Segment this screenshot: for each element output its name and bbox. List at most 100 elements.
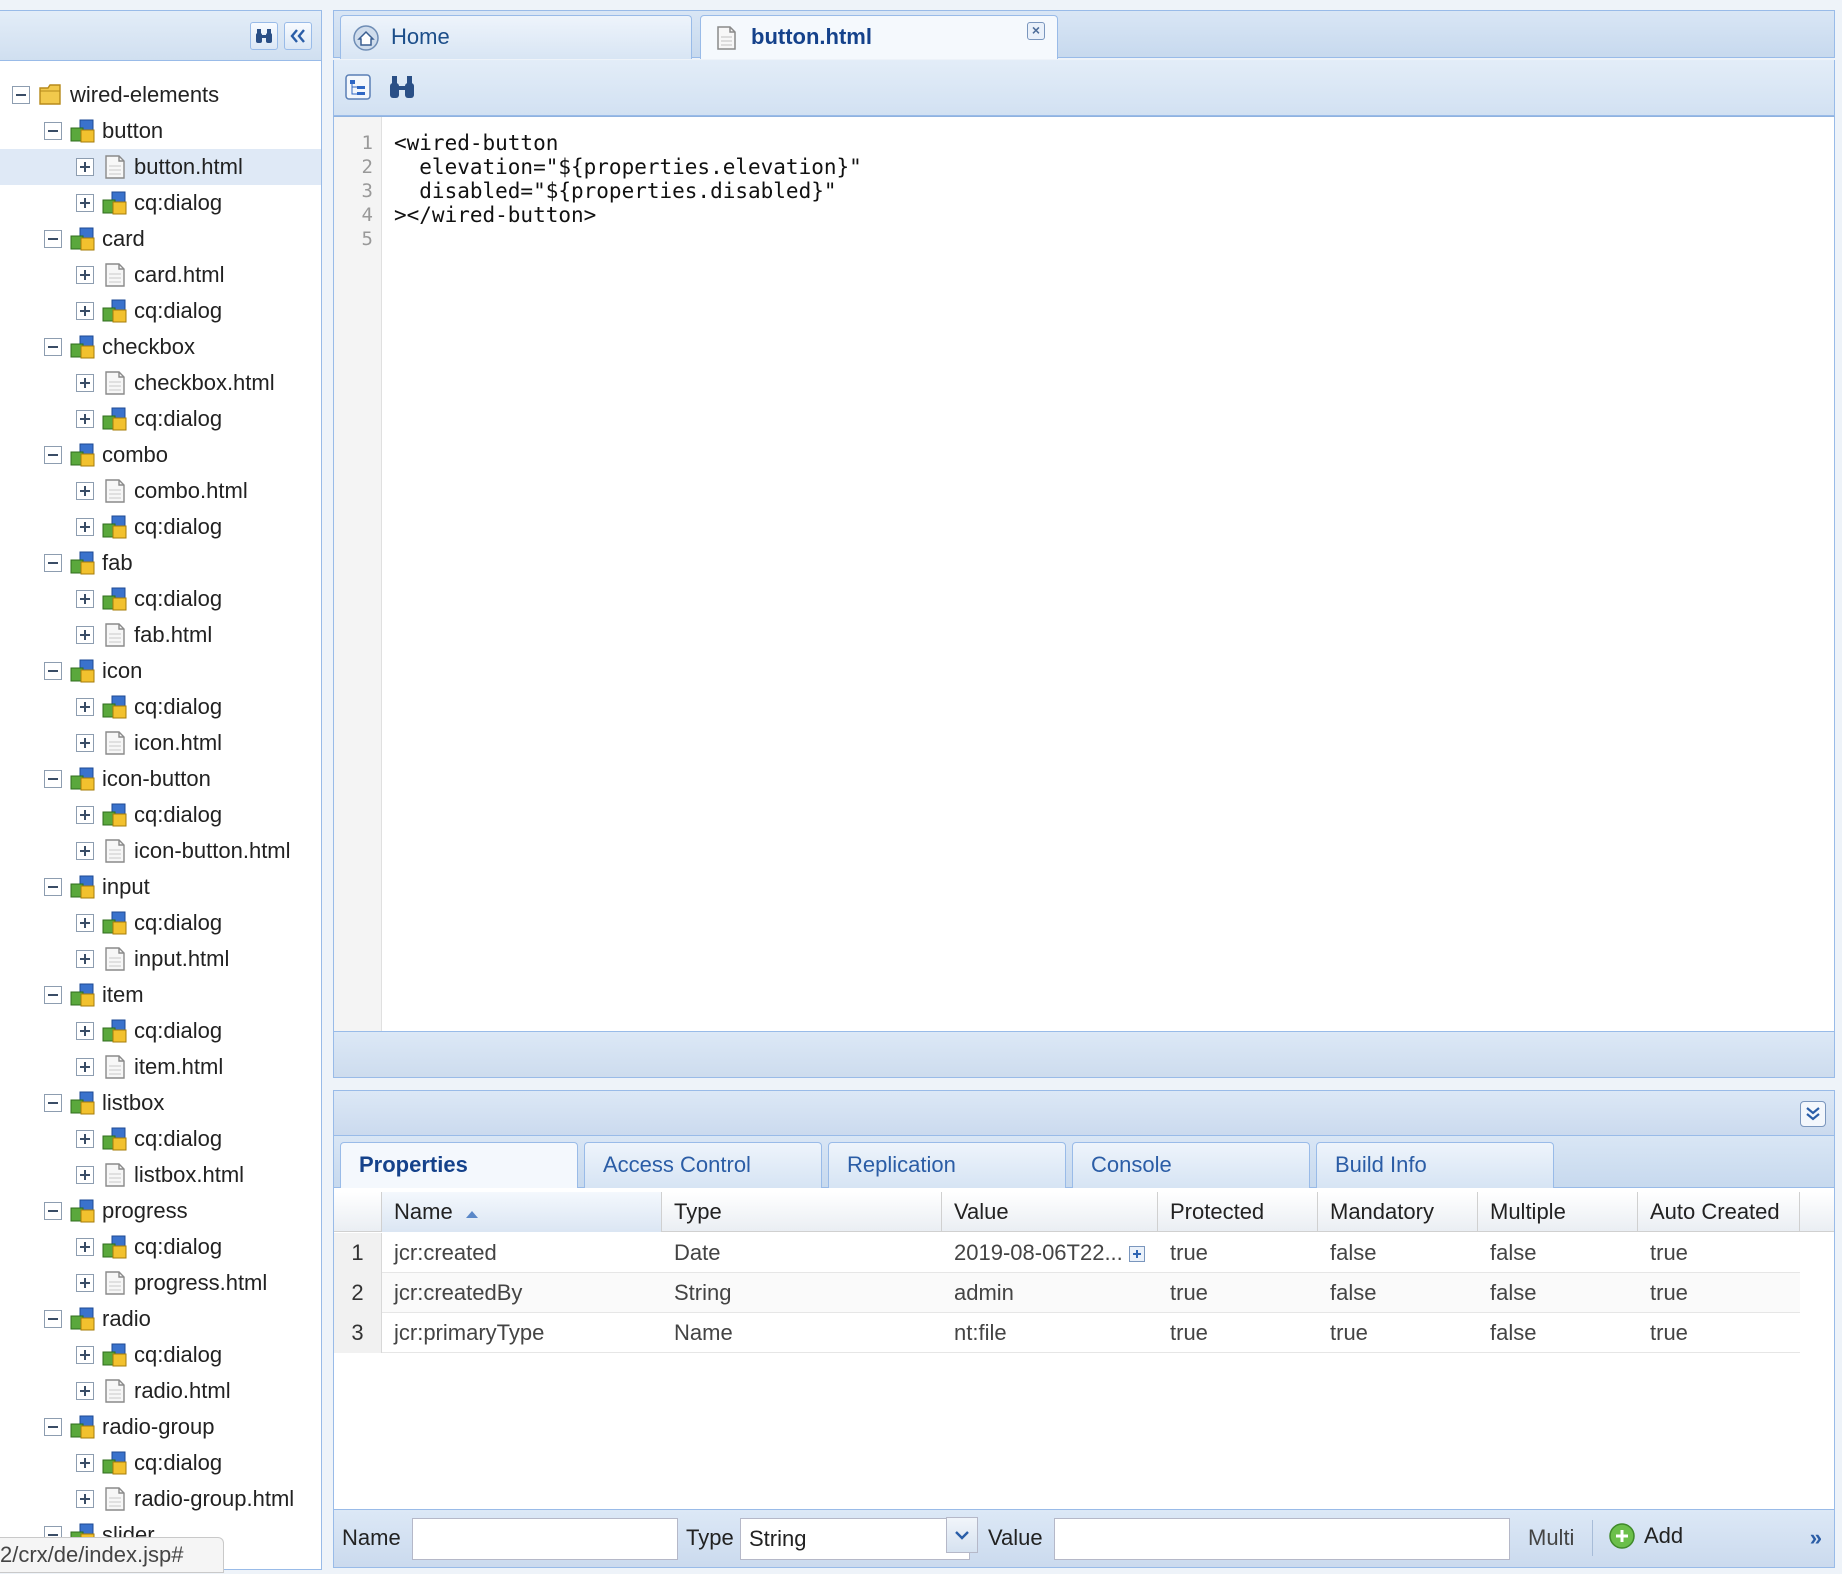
- expand-icon[interactable]: [76, 194, 94, 212]
- find-binoculars-button[interactable]: [250, 22, 278, 50]
- expand-icon[interactable]: [76, 1130, 94, 1148]
- tree-node[interactable]: icon.html: [0, 725, 321, 761]
- tree-node[interactable]: cq:dialog: [0, 1121, 321, 1157]
- expand-icon[interactable]: [76, 1382, 94, 1400]
- tab-properties[interactable]: Properties: [340, 1142, 578, 1188]
- tree-node[interactable]: cq:dialog: [0, 689, 321, 725]
- tree-node[interactable]: cq:dialog: [0, 401, 321, 437]
- property-value-input[interactable]: [1054, 1518, 1510, 1560]
- tree-node[interactable]: card.html: [0, 257, 321, 293]
- tree-node[interactable]: progress.html: [0, 1265, 321, 1301]
- tree-node[interactable]: cq:dialog: [0, 1229, 321, 1265]
- collapse-panel-button[interactable]: [284, 22, 312, 50]
- expand-icon[interactable]: [76, 410, 94, 428]
- tree-node[interactable]: fab: [0, 545, 321, 581]
- expand-icon[interactable]: [76, 1022, 94, 1040]
- expand-icon[interactable]: [76, 590, 94, 608]
- tree-node[interactable]: input: [0, 869, 321, 905]
- column-header-multiple[interactable]: Multiple: [1478, 1192, 1638, 1232]
- tree-node[interactable]: icon-button.html: [0, 833, 321, 869]
- tree-node[interactable]: checkbox: [0, 329, 321, 365]
- tree-node[interactable]: cq:dialog: [0, 509, 321, 545]
- tree-node[interactable]: cq:dialog: [0, 293, 321, 329]
- tree-node[interactable]: cq:dialog: [0, 1337, 321, 1373]
- table-row[interactable]: 2 jcr:createdBy String admin true false …: [334, 1273, 1800, 1313]
- expand-icon[interactable]: [76, 1058, 94, 1076]
- tree-node[interactable]: progress: [0, 1193, 321, 1229]
- expand-icon[interactable]: [76, 482, 94, 500]
- tree-node[interactable]: cq:dialog: [0, 1445, 321, 1481]
- tree-node[interactable]: item: [0, 977, 321, 1013]
- collapse-icon[interactable]: [44, 1094, 62, 1112]
- expand-icon[interactable]: [76, 1274, 94, 1292]
- tree-node[interactable]: input.html: [0, 941, 321, 977]
- tree-node[interactable]: button.html: [0, 149, 321, 185]
- tree-node[interactable]: radio-group: [0, 1409, 321, 1445]
- collapse-icon[interactable]: [12, 86, 30, 104]
- tree-node[interactable]: cq:dialog: [0, 1013, 321, 1049]
- collapse-icon[interactable]: [44, 986, 62, 1004]
- tree-node[interactable]: checkbox.html: [0, 365, 321, 401]
- tab-console[interactable]: Console: [1072, 1142, 1310, 1188]
- expand-icon[interactable]: [76, 158, 94, 176]
- tree-node[interactable]: radio-group.html: [0, 1481, 321, 1517]
- tree-node[interactable]: radio.html: [0, 1373, 321, 1409]
- collapse-icon[interactable]: [44, 878, 62, 896]
- property-type-select[interactable]: String: [740, 1518, 970, 1560]
- search-code-button[interactable]: [388, 73, 416, 101]
- tree-node[interactable]: icon: [0, 653, 321, 689]
- code-editor[interactable]: 1 2 3 4 5 <wired-button elevation="${pro…: [333, 116, 1835, 1032]
- expand-icon[interactable]: [76, 518, 94, 536]
- expand-icon[interactable]: [76, 626, 94, 644]
- expand-icon[interactable]: [76, 1454, 94, 1472]
- collapse-icon[interactable]: [44, 770, 62, 788]
- tab-replication[interactable]: Replication: [828, 1142, 1066, 1188]
- collapse-bottom-panel-button[interactable]: [1800, 1101, 1826, 1127]
- tree-node[interactable]: cq:dialog: [0, 797, 321, 833]
- collapse-icon[interactable]: [44, 1202, 62, 1220]
- collapse-icon[interactable]: [44, 122, 62, 140]
- table-row[interactable]: 3 jcr:primaryType Name nt:file true true…: [334, 1313, 1800, 1353]
- close-tab-icon[interactable]: ×: [1027, 22, 1045, 40]
- tree-node[interactable]: button: [0, 113, 321, 149]
- expand-icon[interactable]: [76, 1238, 94, 1256]
- column-header-protected[interactable]: Protected: [1158, 1192, 1318, 1232]
- property-name-input[interactable]: [412, 1518, 678, 1560]
- outline-button[interactable]: [344, 73, 372, 101]
- tree-node[interactable]: radio: [0, 1301, 321, 1337]
- tab-home[interactable]: Home: [340, 15, 692, 59]
- tree-node[interactable]: listbox.html: [0, 1157, 321, 1193]
- table-row[interactable]: 1 jcr:created Date 2019-08-06T22... true…: [334, 1233, 1800, 1273]
- expand-icon[interactable]: [76, 914, 94, 932]
- collapse-icon[interactable]: [44, 446, 62, 464]
- tab-build-info[interactable]: Build Info: [1316, 1142, 1554, 1188]
- collapse-icon[interactable]: [44, 230, 62, 248]
- tree-node[interactable]: wired-elements: [0, 77, 321, 113]
- tree-node[interactable]: cq:dialog: [0, 581, 321, 617]
- collapse-icon[interactable]: [44, 662, 62, 680]
- tree-node[interactable]: listbox: [0, 1085, 321, 1121]
- column-header-value[interactable]: Value: [942, 1192, 1158, 1232]
- collapse-icon[interactable]: [44, 1418, 62, 1436]
- column-header-name[interactable]: Name: [382, 1192, 662, 1232]
- tree-node[interactable]: combo.html: [0, 473, 321, 509]
- more-options-button[interactable]: »: [1810, 1510, 1822, 1566]
- column-header-auto-created[interactable]: Auto Created: [1638, 1192, 1800, 1232]
- expand-icon[interactable]: [76, 950, 94, 968]
- tab-access-control[interactable]: Access Control: [584, 1142, 822, 1188]
- add-property-button[interactable]: Add: [1608, 1516, 1698, 1556]
- tree-node[interactable]: icon-button: [0, 761, 321, 797]
- tree-node[interactable]: combo: [0, 437, 321, 473]
- tree-node[interactable]: item.html: [0, 1049, 321, 1085]
- multi-toggle[interactable]: Multi: [1528, 1510, 1574, 1566]
- expand-value-icon[interactable]: [1128, 1246, 1145, 1263]
- column-header-mandatory[interactable]: Mandatory: [1318, 1192, 1478, 1232]
- tab-button-html[interactable]: button.html ×: [700, 15, 1058, 59]
- collapse-icon[interactable]: [44, 1310, 62, 1328]
- column-header-type[interactable]: Type: [662, 1192, 942, 1232]
- tree-node[interactable]: fab.html: [0, 617, 321, 653]
- expand-icon[interactable]: [76, 698, 94, 716]
- collapse-icon[interactable]: [44, 554, 62, 572]
- expand-icon[interactable]: [76, 266, 94, 284]
- tree-node[interactable]: card: [0, 221, 321, 257]
